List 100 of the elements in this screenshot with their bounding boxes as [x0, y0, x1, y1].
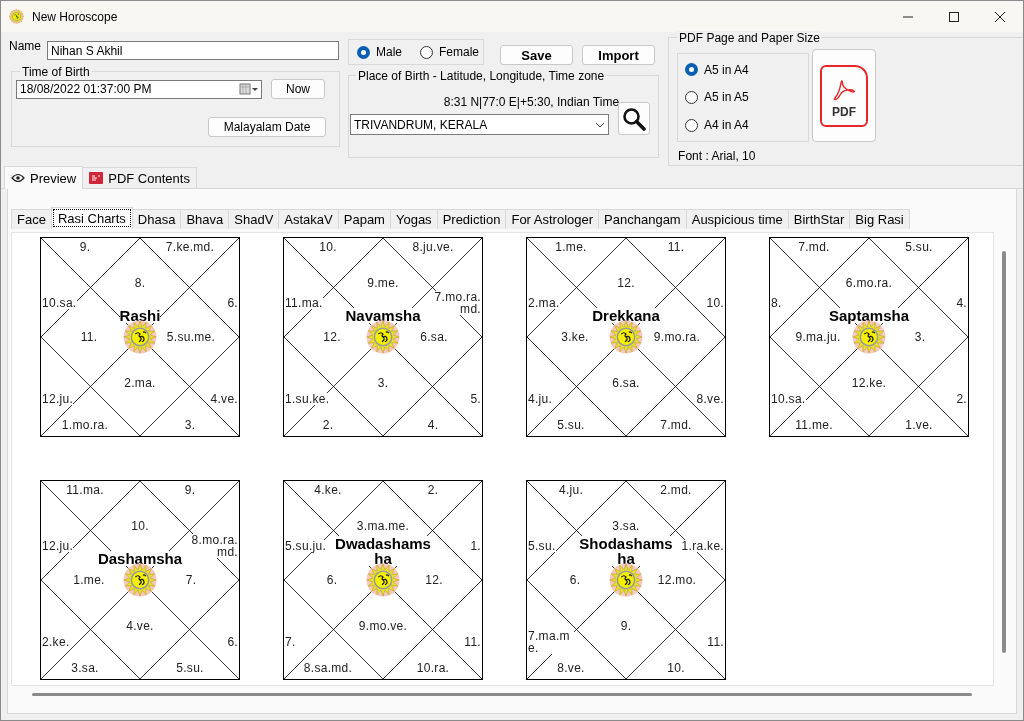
- close-icon[interactable]: [995, 11, 1005, 22]
- house-label: 2.ke.: [42, 636, 70, 648]
- chart-tab[interactable]: Panchangam: [598, 209, 687, 229]
- view-tab[interactable]: Preview: [4, 166, 84, 189]
- house-label: 2.: [427, 484, 439, 496]
- house-label: 12.ju.: [42, 540, 74, 552]
- house-label: 7.mo.ra.md.: [433, 291, 481, 315]
- house-label: 10.: [319, 241, 337, 253]
- house-label: 1.ra.ke.: [681, 540, 724, 552]
- name-label: Name: [9, 39, 41, 53]
- radio-button[interactable]: [685, 63, 699, 77]
- house-label: 6.: [227, 297, 238, 309]
- house-label: 5.: [470, 393, 481, 405]
- house-label: 7.ma.me.: [528, 630, 574, 654]
- datetime-value: 18/08/2022 01:37:00 PM: [20, 82, 152, 96]
- chart-tab[interactable]: Bhava: [180, 209, 230, 229]
- search-icon: [622, 106, 646, 131]
- chart-tab[interactable]: BirthStar: [787, 209, 851, 229]
- radio-button[interactable]: [685, 91, 699, 104]
- paper-size-option[interactable]: A5 in A5: [685, 90, 809, 105]
- now-button[interactable]: Now: [271, 79, 325, 99]
- search-button[interactable]: [618, 102, 650, 135]
- place-value: TRIVANDRUM, KERALA: [354, 117, 488, 132]
- house-label: 11.ma.: [285, 297, 323, 309]
- house-label: 3.sa.: [71, 662, 99, 674]
- chart-tab[interactable]: Dhasa: [131, 209, 182, 229]
- house-label: 6.sa.: [612, 377, 640, 389]
- house-label: 10.: [706, 297, 724, 309]
- sun-icon: [609, 320, 643, 354]
- house-label: 9.ma.ju.: [795, 331, 841, 343]
- house-label: 10.sa.: [771, 393, 806, 405]
- horizontal-scrollbar[interactable]: [32, 693, 972, 696]
- house-label: 4.ke.: [314, 484, 342, 496]
- house-label: 12.: [617, 277, 635, 289]
- save-button[interactable]: Save: [500, 45, 573, 65]
- sun-icon: [123, 320, 157, 354]
- house-label: 1.me.: [73, 574, 105, 586]
- gender-option[interactable]: Male: [357, 45, 402, 59]
- house-label: 4.: [427, 419, 439, 431]
- sun-icon: [366, 320, 400, 354]
- house-label: 3.: [184, 419, 196, 431]
- chart-tab[interactable]: Papam: [337, 209, 391, 229]
- house-label: 11.me.: [795, 419, 833, 431]
- house-label: 12.ke.: [851, 377, 887, 389]
- chart-title: Saptamsha: [828, 308, 909, 323]
- paper-size-option[interactable]: A5 in A4: [685, 62, 809, 77]
- calendar-dropdown-icon[interactable]: [239, 83, 259, 95]
- house-label: 10.ra.: [416, 662, 450, 674]
- chart-tab[interactable]: Yogas: [389, 209, 438, 229]
- chart-tab[interactable]: For Astrologer: [505, 209, 600, 229]
- vertical-scrollbar[interactable]: [1002, 251, 1006, 653]
- sun-icon: [123, 563, 157, 597]
- radio-button[interactable]: [357, 45, 370, 59]
- chart-tab[interactable]: Big Rasi: [849, 209, 910, 229]
- chart-tab[interactable]: ShadV: [228, 209, 280, 229]
- name-field[interactable]: Nihan S Akhil: [47, 41, 339, 60]
- house-label: 5.su.: [905, 241, 933, 253]
- chart-title: Drekkana: [592, 308, 660, 323]
- house-label: 4.ju.: [528, 393, 553, 405]
- house-label: 9.: [620, 620, 632, 632]
- house-label: 9.: [79, 241, 91, 253]
- house-label: 2.: [322, 419, 334, 431]
- house-label: 8.: [134, 277, 146, 289]
- house-label: 12.: [425, 574, 443, 586]
- house-label: 5.su.: [528, 540, 556, 552]
- chart-tab[interactable]: Rasi Charts: [50, 207, 133, 229]
- house-label: 10.: [667, 662, 685, 674]
- pdf-file-icon: [89, 171, 104, 185]
- house-label: 3.sa.: [612, 520, 640, 532]
- paper-size-option[interactable]: A4 in A4: [685, 118, 809, 133]
- house-label: 7.md.: [798, 241, 830, 253]
- house-label: 9.me.: [367, 277, 399, 289]
- chart-tab[interactable]: Prediction: [436, 209, 507, 229]
- chart-tab[interactable]: Auspicious time: [685, 209, 789, 229]
- place-combobox[interactable]: TRIVANDRUM, KERALA: [350, 114, 609, 135]
- chart-tab[interactable]: Face: [11, 209, 52, 229]
- radio-button[interactable]: [420, 45, 433, 59]
- house-label: 7.ke.md.: [165, 241, 215, 253]
- view-tab[interactable]: PDF Contents: [82, 167, 197, 188]
- radio-button[interactable]: [685, 118, 699, 132]
- chart-tab[interactable]: AstakaV: [278, 209, 339, 229]
- pdf-button[interactable]: PDF: [812, 49, 877, 142]
- house-label: 9.mo.ve.: [358, 620, 408, 632]
- house-label: 3.ma.me.: [356, 520, 410, 532]
- house-label: 6.: [569, 574, 581, 586]
- datetime-field[interactable]: 18/08/2022 01:37:00 PM: [16, 79, 262, 99]
- house-label: 8.ve.: [696, 393, 724, 405]
- house-label: 10.: [131, 520, 149, 532]
- house-label: 3.: [377, 377, 389, 389]
- gender-option[interactable]: Female: [420, 45, 480, 59]
- house-label: 6.sa.: [420, 331, 448, 343]
- font-label: Font : Arial, 10: [678, 149, 757, 163]
- import-button[interactable]: Import: [582, 45, 655, 65]
- house-label: 1.mo.ra.: [61, 419, 109, 431]
- maximize-icon[interactable]: [949, 11, 959, 22]
- chevron-down-icon: [595, 121, 605, 128]
- house-label: 5.su.me.: [166, 331, 216, 343]
- malayalam-date-button[interactable]: Malayalam Date: [208, 117, 326, 137]
- house-label: 12.mo.: [657, 574, 697, 586]
- house-label: 4.: [956, 297, 967, 309]
